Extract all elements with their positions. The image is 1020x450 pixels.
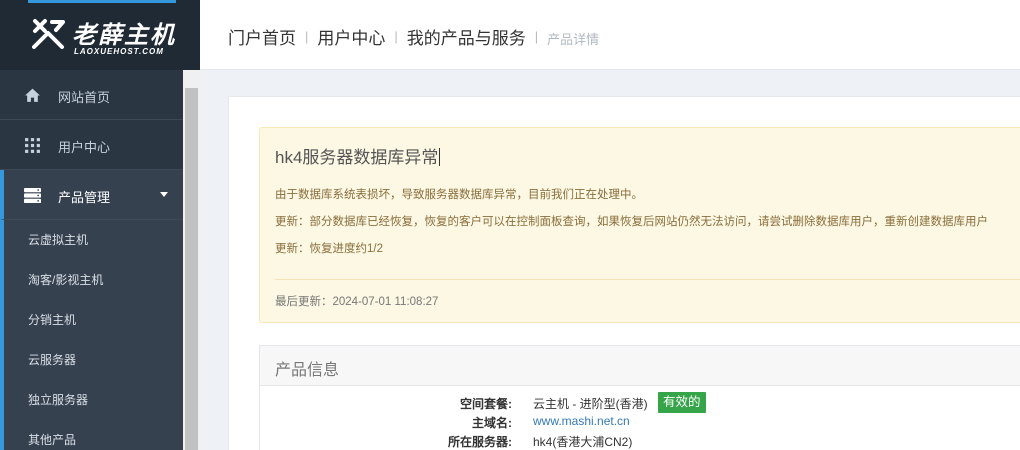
notice-last-updated: 最后更新：2024-07-01 11:08:27 (275, 296, 439, 308)
sidebar-item-label: 产品管理 (58, 190, 111, 205)
sidebar-item-label: 用户中心 (58, 140, 111, 155)
sidebar-scrollbar[interactable] (183, 70, 200, 450)
scrollbar-thumb[interactable] (185, 88, 198, 450)
info-row-domain: 主域名: www.mashi.net.cn (260, 411, 1020, 431)
sidebar-item-home[interactable]: 网站首页 (0, 70, 183, 120)
text-cursor (439, 148, 441, 166)
breadcrumb-separator: | (394, 29, 398, 44)
breadcrumb-user-center[interactable]: 用户中心 (317, 24, 385, 49)
server-label: 所在服务器: (448, 435, 512, 449)
breadcrumb-portal-home[interactable]: 门户首页 (228, 24, 296, 49)
package-value: 云主机 - 进阶型(香港) (533, 397, 648, 411)
breadcrumb-separator: | (534, 29, 539, 44)
notice-title-text: hk4服务器数据库异常 (275, 148, 439, 167)
notice-title: hk4服务器数据库异常 (275, 143, 441, 168)
submenu-item-other-products[interactable]: 其他产品 (4, 420, 183, 450)
brand-name: 老薛主机 (72, 21, 176, 49)
panel-title: 产品信息 (275, 362, 340, 379)
submenu-item-cloud-virtual-host[interactable]: 云虚拟主机 (4, 220, 183, 260)
sidebar: 老薛主机 LAOXUEHOST.COM 网站首页 用户中心 产品管理 云虚拟主机… (0, 0, 200, 450)
info-row-server: 所在服务器: hk4(香港大浦CN2) (260, 430, 1020, 450)
panel-header: 产品信息 (260, 346, 1020, 386)
submenu-item-reseller-host[interactable]: 分销主机 (4, 300, 183, 340)
sidebar-item-product-management[interactable]: 产品管理 (0, 170, 183, 220)
domain-label: 主域名: (472, 416, 512, 430)
notice-divider (275, 279, 1020, 280)
submenu-item-taoke-video-host[interactable]: 淘客/影视主机 (4, 260, 183, 300)
domain-link[interactable]: www.mashi.net.cn (533, 414, 630, 428)
breadcrumb: 门户首页 | 用户中心 | 我的产品与服务 | 产品详情 (228, 24, 599, 49)
chevron-down-icon (160, 192, 168, 197)
brand-domain: LAOXUEHOST.COM (74, 47, 164, 56)
status-badge: 有效的 (658, 392, 706, 413)
logo-area[interactable]: 老薛主机 LAOXUEHOST.COM (0, 0, 200, 70)
server-icon (24, 187, 41, 204)
info-row-package: 空间套餐: 云主机 - 进阶型(香港) 有效的 (260, 392, 1020, 413)
top-header: 门户首页 | 用户中心 | 我的产品与服务 | 产品详情 (200, 0, 1020, 70)
breadcrumb-my-products[interactable]: 我的产品与服务 (407, 24, 526, 49)
notice-alert: hk4服务器数据库异常 由于数据库系统表损坏，导致服务器数据库异常，目前我们正在… (259, 127, 1020, 323)
product-submenu: 云虚拟主机 淘客/影视主机 分销主机 云服务器 独立服务器 其他产品 (0, 220, 183, 450)
breadcrumb-separator: | (305, 29, 309, 44)
home-icon (25, 88, 40, 102)
sidebar-item-label: 网站首页 (58, 90, 111, 105)
submenu-item-dedicated-server[interactable]: 独立服务器 (4, 380, 183, 420)
main-content: hk4服务器数据库异常 由于数据库系统表损坏，导致服务器数据库异常，目前我们正在… (228, 96, 1020, 450)
notice-line: 更新：恢复进度约1/2 (275, 243, 383, 255)
package-label: 空间套餐: (460, 397, 512, 411)
sidebar-item-user-center[interactable]: 用户中心 (0, 120, 183, 170)
submenu-item-cloud-server[interactable]: 云服务器 (4, 340, 183, 380)
notice-line: 更新：部分数据库已经恢复，恢复的客户可以在控制面板查询，如果恢复后网站仍然无法访… (275, 216, 988, 228)
server-value: hk4(香港大浦CN2) (533, 435, 633, 449)
logo-mark-icon (32, 19, 65, 49)
notice-line: 由于数据库系统表损坏，导致服务器数据库异常，目前我们正在处理中。 (275, 189, 643, 201)
sidebar-menu: 网站首页 用户中心 产品管理 云虚拟主机 淘客/影视主机 分销主机 云服务器 独… (0, 70, 183, 450)
product-info-panel: 产品信息 空间套餐: 云主机 - 进阶型(香港) 有效的 主域名: www.ma… (259, 345, 1020, 450)
breadcrumb-product-detail: 产品详情 (547, 31, 600, 47)
grid-icon (25, 138, 40, 153)
logo-accent-bar (28, 0, 176, 3)
